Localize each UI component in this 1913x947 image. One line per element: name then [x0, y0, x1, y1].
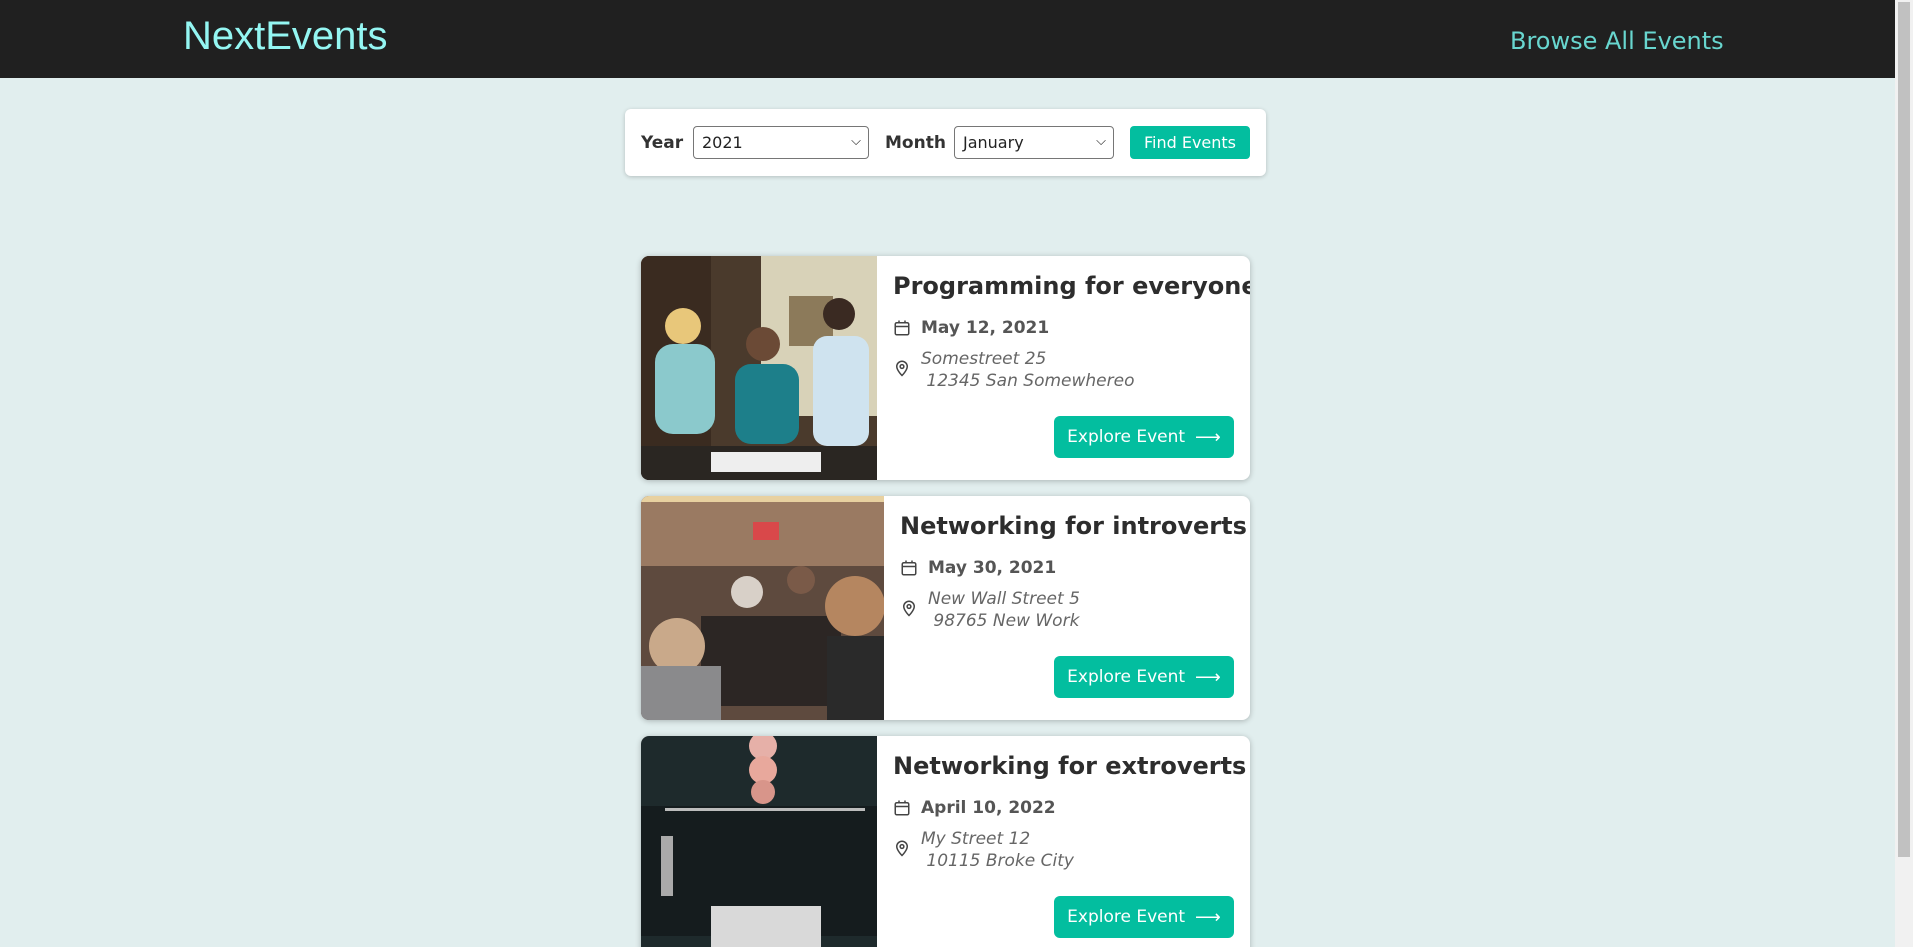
year-select[interactable]: 2021 ⌵	[693, 126, 869, 159]
explore-event-button-label: Explore Event	[1067, 907, 1186, 927]
event-address-text: New Wall Street 5 98765 New Work	[928, 589, 1080, 631]
event-card: Programming for everyone May 12, 2021 So…	[641, 256, 1250, 480]
scrollbar-thumb[interactable]	[1898, 2, 1910, 857]
page-scrollbar[interactable]	[1895, 0, 1913, 947]
month-select[interactable]: January ⌵	[954, 126, 1114, 159]
event-card: Networking for introverts May 30, 2021 N…	[641, 496, 1250, 720]
find-events-button[interactable]: Find Events	[1130, 126, 1250, 159]
event-details: Networking for introverts May 30, 2021 N…	[884, 496, 1250, 720]
event-date: May 30, 2021	[900, 558, 1056, 578]
top-navigation-bar: NextEvents Browse All Events	[0, 0, 1895, 78]
logo-link[interactable]: NextEvents	[183, 14, 388, 59]
event-filter-form: Year 2021 ⌵ Month January ⌵ Find Events	[625, 109, 1266, 176]
location-pin-icon	[895, 360, 909, 377]
event-card: Networking for extroverts April 10, 2022…	[641, 736, 1250, 947]
event-date-text: May 30, 2021	[928, 558, 1057, 578]
event-date-text: April 10, 2022	[921, 798, 1056, 818]
event-date-text: May 12, 2021	[921, 318, 1050, 338]
calendar-icon	[894, 320, 910, 336]
event-title: Networking for introverts	[900, 512, 1247, 540]
explore-event-button-label: Explore Event	[1067, 667, 1186, 687]
event-title: Programming for everyone	[893, 272, 1250, 300]
event-image	[641, 736, 877, 947]
event-address: Somestreet 25 12345 San Somewhereo	[893, 348, 1134, 392]
explore-event-button[interactable]: Explore Event ⟶	[1054, 656, 1234, 698]
month-label: Month	[885, 133, 946, 153]
year-label: Year	[641, 133, 684, 153]
chevron-down-icon: ⌵	[1096, 134, 1106, 149]
explore-event-button-label: Explore Event	[1067, 427, 1186, 447]
year-select-value: 2021	[702, 133, 743, 152]
arrow-right-icon: ⟶	[1195, 426, 1221, 448]
explore-event-button[interactable]: Explore Event ⟶	[1054, 416, 1234, 458]
chevron-down-icon: ⌵	[851, 134, 861, 149]
event-address: My Street 12 10115 Broke City	[893, 828, 1074, 872]
event-address-text: My Street 12 10115 Broke City	[921, 829, 1074, 871]
event-address-text: Somestreet 25 12345 San Somewhereo	[921, 349, 1135, 391]
event-details: Networking for extroverts April 10, 2022…	[877, 736, 1250, 947]
location-pin-icon	[902, 600, 916, 617]
calendar-icon	[901, 560, 917, 576]
calendar-icon	[894, 800, 910, 816]
event-address: New Wall Street 5 98765 New Work	[900, 588, 1080, 632]
month-select-value: January	[963, 133, 1024, 152]
location-pin-icon	[895, 840, 909, 857]
event-details: Programming for everyone May 12, 2021 So…	[877, 256, 1250, 480]
explore-event-button[interactable]: Explore Event ⟶	[1054, 896, 1234, 938]
event-date: April 10, 2022	[893, 798, 1056, 818]
arrow-right-icon: ⟶	[1195, 906, 1221, 928]
browse-all-events-link[interactable]: Browse All Events	[1510, 27, 1724, 55]
event-image	[641, 256, 877, 480]
arrow-right-icon: ⟶	[1195, 666, 1221, 688]
event-title: Networking for extroverts	[893, 752, 1247, 780]
event-date: May 12, 2021	[893, 318, 1049, 338]
event-image	[641, 496, 884, 720]
